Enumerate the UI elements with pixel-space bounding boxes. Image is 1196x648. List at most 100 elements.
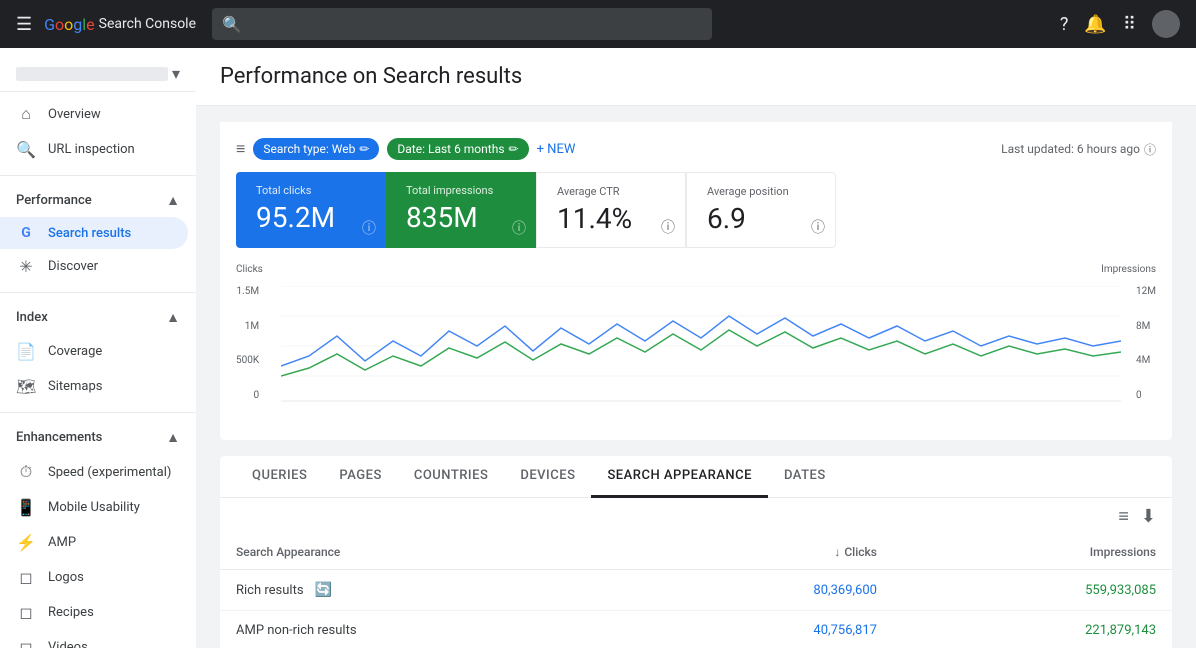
enhancements-section-title: Enhancements	[16, 430, 102, 445]
sidebar-item-label: Discover	[48, 259, 98, 274]
sidebar-item-recipes[interactable]: ◻ Recipes	[0, 595, 188, 630]
average-position-card: Average position 6.9 ⓘ	[686, 172, 836, 248]
row-impressions: 221,879,143	[893, 611, 1172, 648]
total-clicks-card: Total clicks 95.2M ⓘ	[236, 172, 386, 248]
date-chip[interactable]: Date: Last 6 months ✏	[387, 138, 528, 160]
info-icon[interactable]: ⓘ	[362, 218, 376, 238]
sidebar-item-label: Sitemaps	[48, 379, 103, 394]
sidebar-item-label: Speed (experimental)	[48, 465, 171, 480]
y-axis-right-top: 12M	[1136, 286, 1156, 297]
apps-icon[interactable]: ⠿	[1123, 14, 1136, 35]
topbar-actions: ? 🔔 ⠿	[1060, 10, 1180, 38]
average-ctr-value: 11.4%	[557, 202, 665, 235]
filter-rows-icon[interactable]: ≡	[1118, 506, 1129, 527]
search-bar: 🔍	[212, 8, 712, 40]
edit-icon: ✏	[359, 142, 369, 156]
tab-search-appearance[interactable]: SEARCH APPEARANCE	[591, 456, 768, 498]
total-impressions-label: Total impressions	[406, 184, 516, 197]
y-axis-left-low: 500K	[236, 355, 259, 366]
info-icon[interactable]: ⓘ	[661, 217, 675, 237]
total-impressions-value: 835M	[406, 201, 516, 234]
chart-right-title: Impressions	[1101, 264, 1156, 275]
property-selector[interactable]: ▾	[0, 56, 196, 92]
total-clicks-value: 95.2M	[256, 201, 366, 234]
average-ctr-card: Average CTR 11.4% ⓘ	[536, 172, 686, 248]
info-icon[interactable]: ⓘ	[1144, 141, 1156, 158]
recipes-icon: ◻	[16, 603, 36, 622]
col-clicks[interactable]: ↓Clicks	[634, 535, 893, 570]
tab-queries[interactable]: QUERIES	[236, 456, 323, 498]
chart-left-title: Clicks	[236, 264, 263, 275]
page-title: Performance on Search results	[220, 64, 1172, 89]
sidebar-item-label: Videos	[48, 640, 88, 648]
table-actions: ≡ ⬇	[220, 498, 1172, 535]
row-name: AMP non-rich results	[220, 611, 634, 648]
table-header-row: Search Appearance ↓Clicks Impressions	[220, 535, 1172, 570]
search-input[interactable]	[250, 16, 702, 32]
enhancements-section-header[interactable]: Enhancements ▲	[0, 421, 196, 454]
sidebar-item-label: Recipes	[48, 605, 94, 620]
chart-svg	[281, 286, 1121, 406]
speed-icon: ⏱	[16, 462, 36, 482]
coverage-icon: 📄	[16, 342, 36, 361]
summary-section: ≡ Search type: Web ✏ Date: Last 6 months…	[220, 122, 1172, 440]
layout: ▾ ⌂ Overview 🔍 URL inspection Performanc…	[0, 48, 1196, 648]
info-icon[interactable]: ⓘ	[512, 218, 526, 238]
search-type-chip[interactable]: Search type: Web ✏	[253, 138, 379, 160]
y-axis-left-bot: 0	[254, 390, 260, 401]
help-icon[interactable]: ?	[1060, 14, 1069, 35]
filter-icon[interactable]: ≡	[236, 139, 245, 159]
sidebar-item-videos[interactable]: ◻ Videos	[0, 630, 188, 648]
last-updated: Last updated: 6 hours ago ⓘ	[1001, 141, 1156, 158]
data-table: Search Appearance ↓Clicks Impressions Ri…	[220, 535, 1172, 648]
total-impressions-card: Total impressions 835M ⓘ	[386, 172, 536, 248]
new-filter-button[interactable]: + NEW	[537, 142, 576, 157]
sidebar-item-discover[interactable]: ✳ Discover	[0, 249, 188, 284]
property-name	[16, 67, 168, 81]
menu-icon[interactable]: ☰	[16, 14, 32, 35]
sidebar-item-amp[interactable]: ⚡ AMP	[0, 525, 188, 560]
tabs-section: QUERIES PAGES COUNTRIES DEVICES SEARCH A…	[220, 456, 1172, 648]
amp-icon: ⚡	[16, 533, 36, 552]
date-label: Date: Last 6 months	[397, 142, 504, 156]
summary-cards: Total clicks 95.2M ⓘ Total impressions 8…	[236, 172, 1156, 248]
notifications-icon[interactable]: 🔔	[1084, 14, 1106, 35]
sitemaps-icon: 🗺	[16, 377, 36, 396]
performance-section-header[interactable]: Performance ▲	[0, 184, 196, 217]
sidebar-item-label: Search results	[48, 226, 131, 241]
sidebar: ▾ ⌂ Overview 🔍 URL inspection Performanc…	[0, 48, 196, 648]
index-section-header[interactable]: Index ▲	[0, 301, 196, 334]
chart-area: Clicks Impressions	[236, 264, 1156, 424]
tab-devices[interactable]: DEVICES	[504, 456, 591, 498]
filter-bar: ≡ Search type: Web ✏ Date: Last 6 months…	[236, 138, 1156, 172]
videos-icon: ◻	[16, 638, 36, 648]
y-axis-right-mid: 8M	[1136, 321, 1150, 332]
refresh-icon: 🔄	[315, 582, 332, 598]
sidebar-item-search-results[interactable]: G Search results	[0, 217, 188, 249]
col-impressions: Impressions	[893, 535, 1172, 570]
divider	[0, 412, 196, 413]
download-icon[interactable]: ⬇	[1141, 506, 1156, 527]
sidebar-item-mobile-usability[interactable]: 📱 Mobile Usability	[0, 490, 188, 525]
row-clicks: 80,369,600	[634, 570, 893, 611]
tab-pages[interactable]: PAGES	[323, 456, 397, 498]
avatar[interactable]	[1152, 10, 1180, 38]
sidebar-item-coverage[interactable]: 📄 Coverage	[0, 334, 188, 369]
row-name: Rich results 🔄	[220, 570, 634, 611]
chevron-up-icon: ▲	[166, 429, 180, 446]
sidebar-item-label: AMP	[48, 535, 76, 550]
sidebar-item-overview[interactable]: ⌂ Overview	[0, 96, 188, 132]
average-position-label: Average position	[707, 185, 815, 198]
content-area: ≡ Search type: Web ✏ Date: Last 6 months…	[196, 106, 1196, 648]
sidebar-item-logos[interactable]: ◻ Logos	[0, 560, 188, 595]
y-axis-right-bot: 0	[1136, 390, 1142, 401]
info-icon[interactable]: ⓘ	[811, 217, 825, 237]
tab-countries[interactable]: COUNTRIES	[398, 456, 505, 498]
sidebar-item-sitemaps[interactable]: 🗺 Sitemaps	[0, 369, 188, 404]
sidebar-item-label: Coverage	[48, 344, 102, 359]
average-ctr-label: Average CTR	[557, 185, 665, 198]
tab-dates[interactable]: DATES	[768, 456, 842, 498]
sidebar-item-speed[interactable]: ⏱ Speed (experimental)	[0, 454, 188, 490]
index-section-title: Index	[16, 310, 48, 325]
sidebar-item-url-inspection[interactable]: 🔍 URL inspection	[0, 132, 188, 167]
